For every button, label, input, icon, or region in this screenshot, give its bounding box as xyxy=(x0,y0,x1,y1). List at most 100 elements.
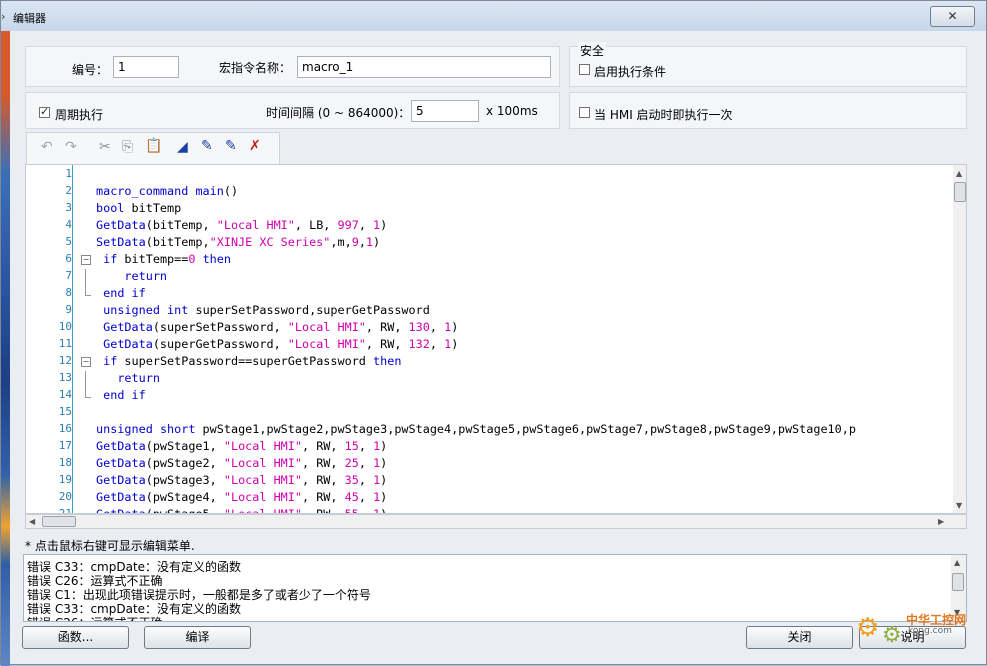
close-window-button[interactable]: ✕ xyxy=(930,6,975,27)
code-line: SetData(bitTemp,"XINJE XC Series",m,9,1) xyxy=(96,235,381,249)
code-line: GetData(pwStage4, "Local HMI", RW, 45, 1… xyxy=(96,490,388,504)
line-number: 9 xyxy=(65,303,72,316)
code-line: bool bitTemp xyxy=(96,201,182,215)
run-once-checkbox[interactable] xyxy=(579,107,590,118)
watermark-logo: ⚙ ⚙ 中华工控网 kong.com xyxy=(856,609,981,657)
bookmark-toggle-icon[interactable]: ◢ xyxy=(177,139,188,155)
code-line: macro_command main() xyxy=(96,184,239,198)
vertical-scrollbar[interactable]: ▲ ▼ xyxy=(953,165,966,513)
fold-guide xyxy=(85,371,91,398)
line-number: 20 xyxy=(58,490,72,503)
code-line: GetData(superSetPassword, "Local HMI", R… xyxy=(103,320,459,334)
code-line: GetData(bitTemp, "Local HMI", LB, 997, 1… xyxy=(96,218,388,232)
vertical-scroll-thumb[interactable] xyxy=(954,182,966,202)
line-number: 18 xyxy=(58,456,72,469)
scroll-left-icon[interactable]: ◀ xyxy=(29,517,35,526)
code-line: GetData(pwStage1, "Local HMI", RW, 15, 1… xyxy=(96,439,388,453)
watermark-sub: kong.com xyxy=(908,626,952,636)
line-number: 16 xyxy=(58,422,72,435)
editor-toolbar: ↶ ↷ ✂ ⎘ 📋 ◢ ✎ ✎ ✗ xyxy=(26,132,280,164)
code-line: end if xyxy=(103,388,146,402)
editor-window: › 编辑器 ✕ 编号： 宏指令名称： 安全 启用执行条件 周期执行 时间间隔 (… xyxy=(0,0,987,666)
macro-info-panel: 编号： 宏指令名称： xyxy=(25,46,560,87)
editor-hint: * 点击鼠标右键可显示编辑菜单. xyxy=(25,539,195,553)
compile-button[interactable]: 编译 xyxy=(144,626,251,649)
line-number: 5 xyxy=(65,235,72,248)
code-line: return xyxy=(117,371,160,385)
code-editor[interactable]: 1 2 3 4 5 6 7 8 9 10 11 12 13 14 15 16 17 18 19 20 21 macro_… xyxy=(25,164,967,514)
log-scroll-thumb[interactable] xyxy=(952,573,964,591)
line-number: 14 xyxy=(58,388,72,401)
functions-button[interactable]: 函数... xyxy=(22,626,129,649)
line-number: 8 xyxy=(65,286,72,299)
code-line: return xyxy=(124,269,168,283)
code-line: end if xyxy=(103,286,146,300)
gutter-divider xyxy=(72,165,73,513)
code-line: if superSetPassword==superGetPassword th… xyxy=(103,354,402,368)
redo-icon[interactable]: ↷ xyxy=(65,139,77,155)
gear-icon: ⚙ xyxy=(882,623,902,648)
cut-icon[interactable]: ✂ xyxy=(99,139,111,155)
run-once-label: 当 HMI 启动时即执行一次 xyxy=(594,108,733,122)
code-line: unsigned short pwStage1,pwStage2,pwStage… xyxy=(96,422,856,436)
line-number: 1 xyxy=(65,167,72,180)
bookmark-next-icon[interactable]: ✎ xyxy=(225,138,237,154)
line-number: 21 xyxy=(58,507,72,514)
fold-toggle-icon[interactable]: − xyxy=(81,357,91,367)
periodic-panel: 周期执行 时间间隔 (0 ~ 864000)： x 100ms xyxy=(25,92,560,129)
log-scroll-up-icon[interactable]: ▲ xyxy=(954,558,960,567)
line-number: 3 xyxy=(65,201,72,214)
line-number: 4 xyxy=(65,218,72,231)
code-line: GetData(pwStage5, "Local HMI", RW, 55, 1… xyxy=(96,507,388,514)
line-number: 10 xyxy=(58,320,72,333)
scroll-up-icon[interactable]: ▲ xyxy=(956,169,962,178)
periodic-label: 周期执行 xyxy=(55,108,104,122)
periodic-checkbox[interactable] xyxy=(39,105,50,118)
line-number: 15 xyxy=(58,405,72,418)
copy-icon[interactable]: ⎘ xyxy=(122,139,133,155)
log-line: 错误 C26：运算式不正确 xyxy=(27,614,162,621)
security-title: 安全 xyxy=(578,42,607,59)
line-number: 11 xyxy=(58,337,72,350)
startup-panel: 当 HMI 启动时即执行一次 xyxy=(569,92,967,129)
code-line: GetData(pwStage3, "Local HMI", RW, 35, 1… xyxy=(96,473,388,487)
horizontal-scrollbar[interactable]: ◀ ▶ xyxy=(25,514,967,529)
interval-unit: x 100ms xyxy=(486,104,538,118)
bookmark-prev-icon[interactable]: ✎ xyxy=(201,138,213,154)
fold-toggle-icon[interactable]: − xyxy=(81,255,91,265)
id-input[interactable] xyxy=(113,56,179,78)
scroll-down-icon[interactable]: ▼ xyxy=(956,501,962,510)
gear-icon: ⚙ xyxy=(856,613,880,643)
window-title: 编辑器 xyxy=(13,12,46,25)
line-number-gutter: 1 2 3 4 5 6 7 8 9 10 11 12 13 14 15 16 17 18 19 20 21 xyxy=(26,165,74,514)
background-window-strip xyxy=(1,31,10,666)
paste-icon[interactable]: 📋 xyxy=(145,138,162,154)
enable-condition-label: 启用执行条件 xyxy=(594,65,667,79)
undo-icon[interactable]: ↶ xyxy=(41,139,53,155)
horizontal-scroll-thumb[interactable] xyxy=(42,516,76,527)
line-number: 6 xyxy=(65,252,72,265)
scroll-right-icon[interactable]: ▶ xyxy=(938,517,944,526)
title-bar: › 编辑器 ✕ xyxy=(1,1,986,31)
code-line: GetData(pwStage2, "Local HMI", RW, 25, 1… xyxy=(96,456,388,470)
security-panel: 安全 启用执行条件 xyxy=(569,42,967,87)
line-number: 17 xyxy=(58,439,72,452)
bookmark-clear-icon[interactable]: ✗ xyxy=(249,138,261,154)
code-line: GetData(superGetPassword, "Local HMI", R… xyxy=(103,337,459,351)
code-line: if bitTemp==0 then xyxy=(103,252,231,266)
line-number: 19 xyxy=(58,473,72,486)
id-label: 编号： xyxy=(72,63,109,77)
macro-name-label: 宏指令名称： xyxy=(219,61,292,75)
window-icon: › xyxy=(1,10,6,23)
close-button[interactable]: 关闭 xyxy=(746,626,853,649)
macro-name-input[interactable] xyxy=(297,56,551,78)
compile-log[interactable]: 错误 C33：cmpDate：没有定义的函数 错误 C26：运算式不正确 错误 … xyxy=(23,554,967,622)
line-number: 13 xyxy=(58,371,72,384)
fold-guide xyxy=(85,269,91,296)
code-line: unsigned int superSetPassword,superGetPa… xyxy=(103,303,430,317)
interval-label: 时间间隔 (0 ~ 864000)： xyxy=(266,106,411,120)
enable-condition-checkbox[interactable] xyxy=(579,64,590,75)
line-number: 2 xyxy=(65,184,72,197)
line-number: 7 xyxy=(65,269,72,282)
interval-input[interactable] xyxy=(411,100,479,122)
